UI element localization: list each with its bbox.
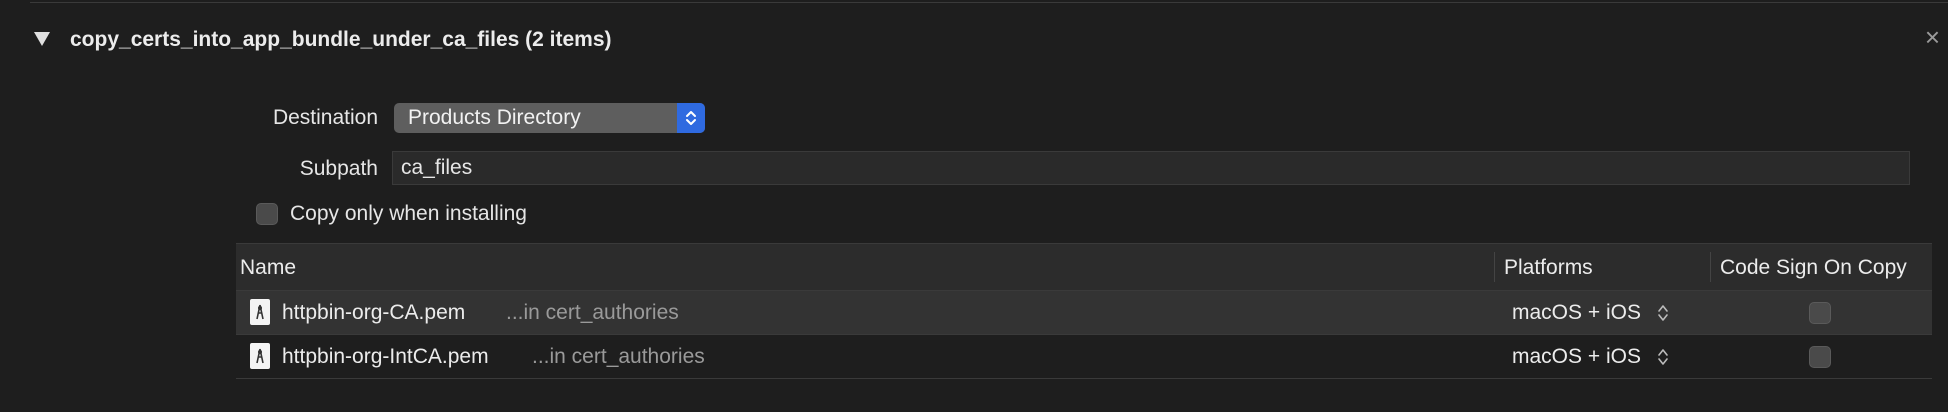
column-header-platforms[interactable]: Platforms [1504,256,1593,280]
copy-only-installing-label: Copy only when installing [290,202,527,225]
destination-label: Destination [272,106,378,129]
top-divider [30,2,1948,3]
subpath-label: Subpath [299,157,378,180]
phase-title[interactable]: copy_certs_into_app_bundle_under_ca_file… [70,28,612,52]
table-row[interactable]: httpbin-org-IntCA.pem ...in cert_authori… [236,335,1932,379]
platforms-value[interactable]: macOS + iOS [1512,301,1641,325]
column-divider[interactable] [1494,252,1495,282]
subpath-input[interactable] [399,155,1803,181]
column-header-code-sign[interactable]: Code Sign On Copy [1720,256,1907,280]
code-sign-checkbox[interactable] [1809,346,1831,368]
copy-only-installing-checkbox[interactable] [256,203,278,225]
build-phase-header: copy_certs_into_app_bundle_under_ca_file… [0,18,1948,66]
platforms-stepper-icon[interactable] [1656,302,1670,329]
platforms-stepper-icon[interactable] [1656,346,1670,373]
column-header-name[interactable]: Name [240,256,296,280]
file-location: ...in cert_authories [532,345,705,368]
certificate-file-icon [250,299,270,325]
code-sign-checkbox[interactable] [1809,302,1831,324]
disclosure-triangle-icon[interactable] [34,32,50,46]
subpath-field[interactable] [392,151,1910,185]
certificate-file-icon [250,343,270,369]
file-name: httpbin-org-IntCA.pem [282,345,489,368]
file-name: httpbin-org-CA.pem [282,301,466,324]
table-header: Name Platforms Code Sign On Copy [236,243,1932,291]
file-location: ...in cert_authories [506,301,679,324]
files-table: Name Platforms Code Sign On Copy httpbin… [236,243,1932,381]
table-row[interactable]: httpbin-org-CA.pem ...in cert_authories … [236,291,1932,335]
destination-value: Products Directory [408,106,581,129]
destination-popup[interactable]: Products Directory [394,103,705,133]
column-divider[interactable] [1710,252,1711,282]
platforms-value[interactable]: macOS + iOS [1512,345,1641,369]
close-icon[interactable]: × [1925,24,1940,50]
popup-arrows-icon [677,103,705,133]
